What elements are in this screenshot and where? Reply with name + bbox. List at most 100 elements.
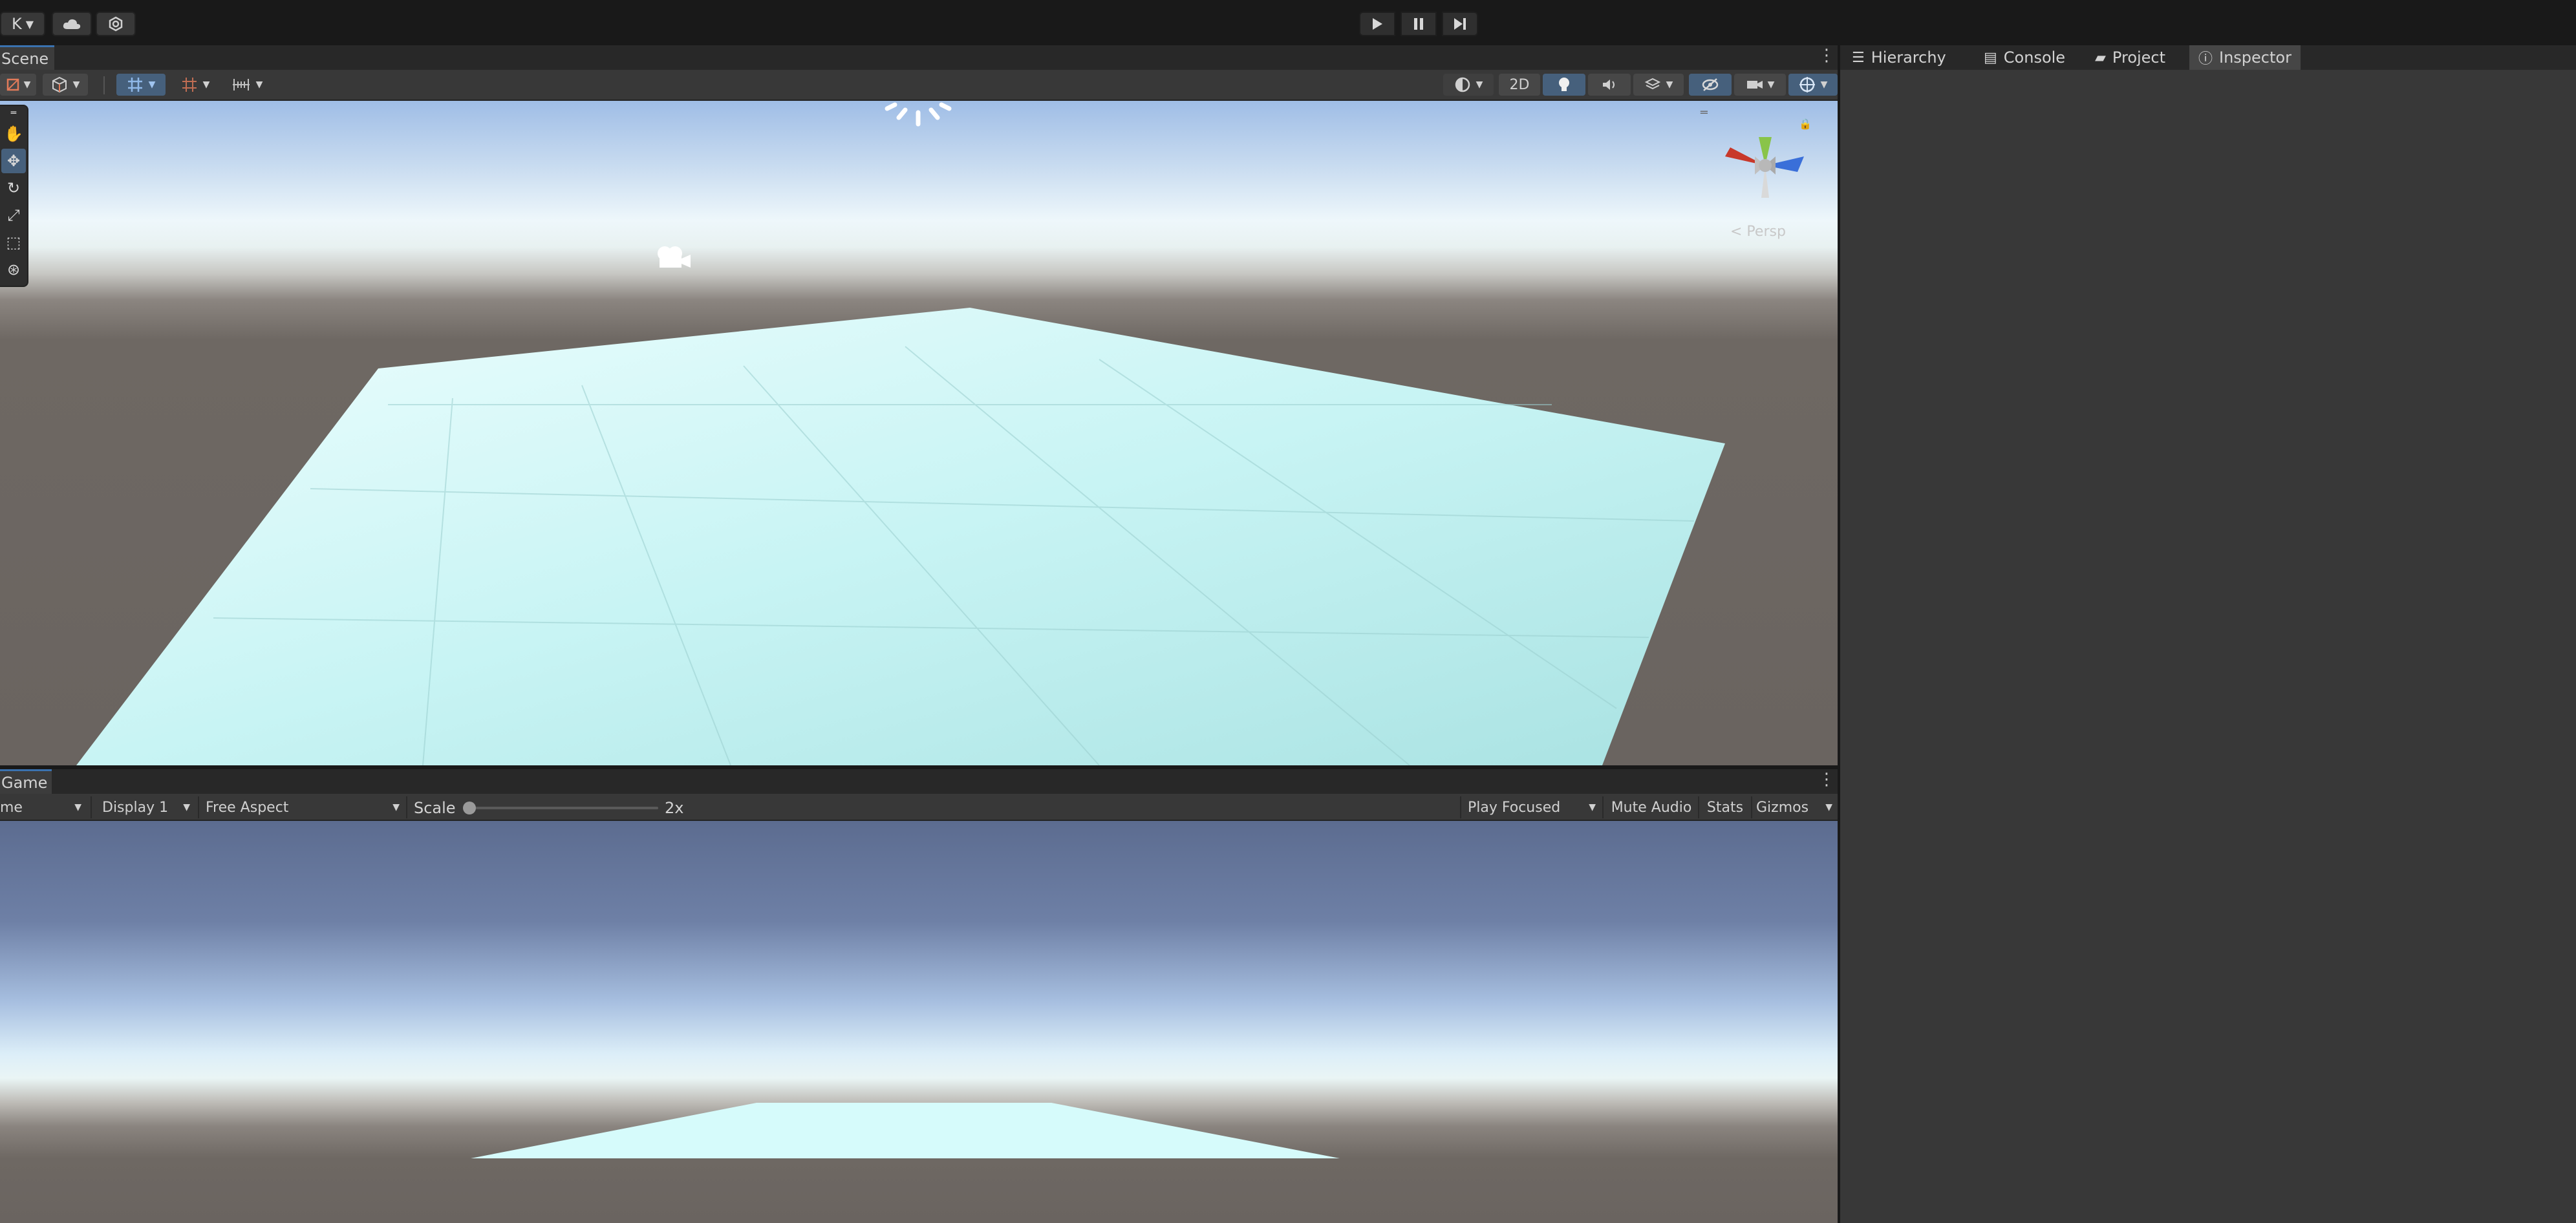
lighting-toggle[interactable] [1543, 74, 1585, 96]
right-dock: ☰ Hierarchy ▤ Console ▰ Project ⓘ Inspec… [1840, 45, 2576, 1223]
cloud-icon [63, 19, 81, 29]
tab-scene[interactable]: Scene [0, 45, 54, 70]
tab-inspector[interactable]: ⓘ Inspector [2189, 45, 2301, 70]
services-button[interactable] [96, 12, 136, 36]
scale-tool-button[interactable]: ⤢ [1, 203, 26, 228]
gizmos-dropdown[interactable]: ▼ [1788, 74, 1838, 96]
tab-project[interactable]: ▰ Project [2086, 45, 2174, 70]
game-tab-label: Game [1, 773, 48, 792]
audio-toggle[interactable] [1588, 74, 1631, 96]
scale-icon: ⤢ [7, 206, 20, 224]
chevron-down-icon: ▼ [255, 80, 263, 90]
camera-dropdown[interactable]: ▼ [1734, 74, 1786, 96]
mute-audio-label: Mute Audio [1611, 799, 1692, 816]
drag-handle-icon[interactable]: ═ [1, 108, 26, 118]
tab-console[interactable]: ▤ Console [1975, 45, 2074, 70]
services-icon [109, 16, 123, 32]
lightbulb-icon [1559, 78, 1569, 91]
scale-slider-track[interactable] [467, 807, 658, 809]
gizmo-icon [1799, 77, 1815, 92]
2d-toggle[interactable]: 2D [1499, 74, 1540, 96]
chevron-down-icon: ▼ [148, 80, 156, 90]
inspector-tab-label: Inspector [2219, 48, 2292, 67]
grid-icon [127, 78, 142, 92]
perspective-label[interactable]: < Persp [1730, 224, 1786, 240]
chevron-down-icon: ▼ [1666, 80, 1673, 90]
tools-overlay: ═ ✋ ✥ ↻ ⤢ ⬚ ⊛ [0, 105, 28, 287]
orientation-gizmo[interactable] [1713, 120, 1817, 204]
rotate-icon: ↻ [6, 179, 21, 197]
hierarchy-tab-label: Hierarchy [1871, 48, 1946, 67]
hidden-objects-toggle[interactable] [1689, 74, 1732, 96]
game-mode-dropdown[interactable]: me ▼ [0, 796, 88, 818]
audio-icon [1603, 80, 1615, 90]
hierarchy-icon: ☰ [1852, 49, 1865, 66]
video-camera-icon [1746, 81, 1763, 89]
move-tool-button[interactable]: ✥ [1, 149, 26, 173]
display-dropdown[interactable]: Display 1 ▼ [96, 796, 197, 818]
account-label: K [11, 15, 22, 33]
tab-game[interactable]: Game [0, 769, 52, 794]
cube-icon [52, 76, 67, 93]
scale-value: 2x [665, 799, 684, 817]
transform-tool-button[interactable]: ⊛ [1, 257, 26, 282]
rect-tool-button[interactable]: ⬚ [1, 230, 26, 255]
scene-floor-plane [76, 308, 1725, 765]
scale-label: Scale [414, 799, 456, 817]
game-more-icon[interactable]: ⋮ [1818, 771, 1835, 788]
eye-slash-icon [1702, 78, 1719, 91]
game-gizmos-label: Gizmos [1756, 799, 1809, 816]
hand-icon: ✋ [4, 125, 23, 143]
scene-tab-strip: Scene ⋮ [0, 45, 1838, 70]
game-gizmos-dropdown[interactable]: Gizmos ▼ [1754, 796, 1835, 818]
stats-toggle[interactable]: Stats [1701, 796, 1750, 818]
snap-increment-dropdown[interactable]: ▼ [171, 74, 220, 96]
sphere-icon [1455, 77, 1470, 92]
draw-mode-dropdown[interactable]: ▼ [0, 74, 36, 96]
chevron-down-icon: ▼ [1767, 80, 1775, 90]
mute-audio-toggle[interactable]: Mute Audio [1606, 796, 1697, 818]
chevron-down-icon: ▼ [1820, 80, 1828, 90]
effects-dropdown[interactable]: ▼ [1633, 74, 1684, 96]
chevron-down-icon: ▼ [74, 802, 81, 813]
chevron-down-icon: ▼ [72, 80, 80, 90]
chevron-down-icon: ▼ [25, 17, 34, 30]
rotate-tool-button[interactable]: ↻ [1, 176, 26, 200]
game-mode-label: me [0, 799, 23, 816]
render-mode-dropdown[interactable]: ▼ [43, 74, 88, 96]
project-tab-label: Project [2112, 48, 2166, 67]
play-button[interactable] [1359, 12, 1395, 36]
transform-icon: ⊛ [6, 261, 21, 279]
camera-gizmo-icon[interactable] [653, 243, 694, 271]
scene-more-icon[interactable]: ⋮ [1818, 47, 1835, 64]
sun-icon [885, 102, 952, 127]
game-viewport[interactable] [0, 821, 1838, 1223]
aspect-dropdown[interactable]: Free Aspect ▼ [200, 796, 405, 818]
draw-mode-shading-dropdown[interactable]: ▼ [1443, 74, 1494, 96]
account-dropdown[interactable]: K ▼ [0, 12, 45, 36]
align-dropdown[interactable]: ▼ [222, 74, 272, 96]
rect-transform-icon: ⬚ [6, 233, 21, 251]
scale-slider-thumb[interactable] [463, 802, 476, 814]
gizmo-menu-icon[interactable]: ═ [1701, 106, 1717, 120]
hand-tool-button[interactable]: ✋ [1, 122, 26, 146]
step-button[interactable] [1442, 12, 1478, 36]
console-icon: ▤ [1984, 49, 1997, 66]
scene-viewport[interactable]: ═ ✋ ✥ ↻ ⤢ ⬚ ⊛ ═ 🔒 < Persp [0, 101, 1838, 765]
2d-label: 2D [1509, 76, 1530, 93]
pause-button[interactable] [1401, 12, 1437, 36]
game-tab-strip: Game ⋮ [0, 769, 1838, 794]
grid-snap-toggle[interactable]: ▼ [116, 74, 166, 96]
scene-toolbar: ▼ ▼ ▼ ▼ ▼ ▼ 2D ▼ ▼ ▼ [0, 70, 1838, 101]
pause-icon [1414, 18, 1423, 30]
cloud-button[interactable] [52, 12, 92, 36]
play-focused-dropdown[interactable]: Play Focused ▼ [1463, 796, 1601, 818]
inspector-panel [1840, 70, 2576, 1223]
chevron-down-icon: ▼ [392, 802, 400, 813]
tab-hierarchy[interactable]: ☰ Hierarchy [1843, 45, 1955, 70]
ruler-icon [232, 79, 250, 90]
chevron-down-icon: ▼ [183, 802, 190, 813]
chevron-down-icon: ▼ [1476, 80, 1483, 90]
display-label: Display 1 [102, 799, 169, 816]
folder-icon: ▰ [2095, 49, 2106, 66]
